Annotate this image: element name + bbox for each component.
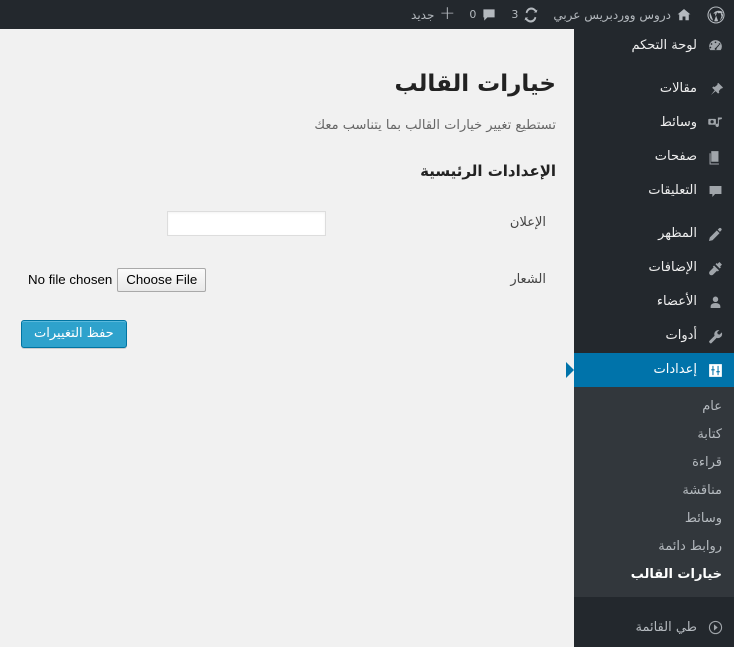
submenu-item-writing[interactable]: كتابة	[574, 421, 734, 449]
updates-count: 3	[511, 8, 519, 21]
admin-bar: دروس ووردبريس عربي 3 0 + جديد	[0, 0, 734, 29]
sidebar-item-tools[interactable]: أدوات	[574, 319, 734, 353]
submenu-item-label: قراءة	[692, 455, 722, 470]
wordpress-icon	[707, 5, 725, 24]
plus-icon: +	[439, 2, 456, 24]
content-area: خيارات القالب تستطيع تغيير خيارات القالب…	[0, 29, 574, 647]
field-label-logo: الشعار	[510, 271, 546, 287]
submenu-item-media[interactable]: وسائط	[574, 505, 734, 533]
logo-file-input[interactable]: Choose File No file chosen	[28, 268, 326, 293]
sidebar-item-label: أدوات	[665, 328, 697, 343]
plug-icon	[705, 258, 725, 278]
sidebar-item-label: الإضافات	[648, 260, 697, 275]
collapse-arrow-icon	[705, 617, 725, 637]
sidebar-item-label: إعدادات	[653, 362, 697, 377]
site-name-menu[interactable]: دروس ووردبريس عربي	[546, 0, 699, 29]
sidebar-item-label: لوحة التحكم	[631, 38, 697, 53]
section-title: الإعدادات الرئيسية	[420, 162, 556, 180]
updates-menu[interactable]: 3	[504, 0, 546, 29]
sidebar-item-appearance[interactable]: المظهر	[574, 217, 734, 251]
sidebar-item-pages[interactable]: صفحات	[574, 140, 734, 174]
submenu-item-label: كتابة	[697, 427, 722, 442]
collapse-menu-button[interactable]: طي القائمة	[574, 607, 734, 647]
submit-row: حفظ التغييرات	[0, 320, 574, 348]
options-form-table: الإعلان الشعار Choose File No file chose…	[18, 195, 556, 309]
wrench-icon	[705, 326, 725, 346]
sidebar-item-media[interactable]: وسائط	[574, 106, 734, 140]
field-control-logo: Choose File No file chosen	[18, 252, 336, 309]
form-row-logo: الشعار Choose File No file chosen	[18, 252, 556, 309]
new-content-label: جديد	[411, 7, 435, 22]
field-label-ad: الإعلان	[509, 215, 546, 230]
comments-menu[interactable]: 0	[462, 0, 504, 29]
site-name-label: دروس ووردبريس عربي	[553, 7, 671, 22]
sidebar-item-label: مقالات	[659, 81, 697, 96]
menu-separator	[574, 208, 734, 217]
sidebar-item-label: المظهر	[658, 226, 697, 241]
field-control-ad	[18, 195, 336, 252]
sidebar-item-users[interactable]: الأعضاء	[574, 285, 734, 319]
form-row-ad: الإعلان	[18, 195, 556, 252]
submenu-item-label: وسائط	[684, 511, 722, 526]
submenu-item-permalinks[interactable]: روابط دائمة	[574, 533, 734, 561]
sidebar-item-settings[interactable]: إعدادات	[574, 353, 734, 387]
comments-count: 0	[469, 8, 477, 21]
new-content-menu[interactable]: + جديد	[404, 0, 462, 29]
pin-icon	[705, 79, 725, 99]
page-description: تستطيع تغيير خيارات القالب بما يتناسب مع…	[314, 118, 556, 133]
collapse-menu-label: طي القائمة	[635, 619, 697, 635]
sidebar-item-dashboard[interactable]: لوحة التحكم	[574, 29, 734, 63]
file-status-label: No file chosen	[28, 272, 113, 288]
page-wrap: خيارات القالب تستطيع تغيير خيارات القالب…	[0, 29, 574, 348]
menu-separator	[574, 63, 734, 72]
wordpress-logo-menu[interactable]	[699, 0, 734, 29]
ad-text-input[interactable]	[167, 210, 326, 236]
sidebar-item-posts[interactable]: مقالات	[574, 72, 734, 106]
save-changes-button[interactable]: حفظ التغييرات	[21, 320, 127, 348]
comment-bubble-icon	[481, 7, 497, 23]
settings-submenu: عام كتابة قراءة مناقشة وسائط روابط دائمة…	[574, 387, 734, 597]
user-icon	[705, 292, 725, 312]
submenu-item-reading[interactable]: قراءة	[574, 449, 734, 477]
pages-icon	[705, 147, 725, 167]
sidebar-item-label: التعليقات	[648, 183, 697, 198]
submenu-item-label: مناقشة	[682, 483, 722, 498]
submenu-item-discussion[interactable]: مناقشة	[574, 477, 734, 505]
submenu-item-label: عام	[702, 399, 722, 414]
paintbrush-icon	[705, 224, 725, 244]
comment-bubble-icon	[705, 181, 725, 201]
choose-file-button[interactable]: Choose File	[117, 268, 207, 293]
submenu-item-general[interactable]: عام	[574, 393, 734, 421]
sidebar-item-plugins[interactable]: الإضافات	[574, 251, 734, 285]
sidebar-item-label: الأعضاء	[656, 294, 697, 309]
sidebar-item-label: صفحات	[654, 149, 697, 164]
admin-sidebar: لوحة التحكم مقالات وسائط صفحات التعليقات…	[574, 29, 734, 647]
admin-screen: دروس ووردبريس عربي 3 0 + جديد لوحة التحك…	[0, 0, 734, 647]
sidebar-item-comments[interactable]: التعليقات	[574, 174, 734, 208]
page-title: خيارات القالب	[394, 71, 556, 97]
settings-sliders-icon	[705, 360, 725, 380]
submenu-item-theme-options[interactable]: خيارات القالب	[574, 561, 734, 589]
updates-icon	[523, 6, 539, 23]
home-icon	[676, 7, 692, 23]
sidebar-item-label: وسائط	[659, 115, 697, 130]
dashboard-icon	[705, 36, 725, 56]
submenu-item-label: روابط دائمة	[658, 539, 722, 554]
submenu-item-label: خيارات القالب	[630, 567, 722, 582]
media-icon	[705, 113, 725, 133]
